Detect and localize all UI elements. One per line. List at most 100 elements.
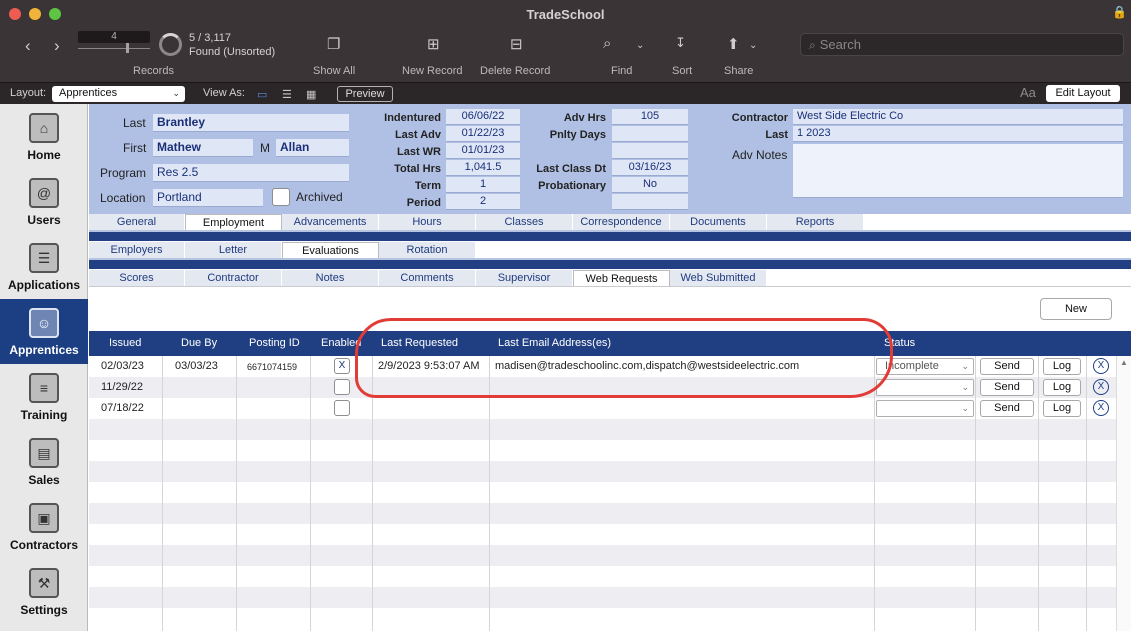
sidebar-item-home[interactable]: ⌂ Home <box>0 104 88 169</box>
sidebar-item-settings[interactable]: ⚒ Settings <box>0 559 88 624</box>
program-field[interactable]: Res 2.5 <box>153 164 349 182</box>
sidebar-item-applications[interactable]: ☰ Applications <box>0 234 88 299</box>
tab-scores[interactable]: Scores <box>89 270 185 286</box>
last-name-field[interactable]: Brantley <box>153 114 349 132</box>
sidebar-item-label: Settings <box>20 603 68 617</box>
edit-layout-button[interactable]: Edit Layout <box>1046 85 1120 102</box>
delete-row-icon[interactable]: X <box>1093 358 1109 374</box>
location-field[interactable]: Portland <box>153 189 263 207</box>
adv-hrs-field[interactable]: 105 <box>612 109 688 125</box>
location-label: Location <box>100 191 146 205</box>
status-select[interactable]: ⌄ <box>876 379 974 396</box>
tab-reports[interactable]: Reports <box>767 214 864 230</box>
search-field[interactable]: ⌕ Search <box>800 33 1124 56</box>
find-chevron-icon[interactable]: ⌄ <box>636 40 644 51</box>
new-record-button[interactable]: New Record <box>402 65 463 77</box>
new-request-button[interactable]: New <box>1040 298 1112 320</box>
enabled-checkbox[interactable]: X <box>334 358 350 374</box>
column-due-by: Due By <box>181 337 218 349</box>
find-button[interactable]: Find <box>611 65 632 77</box>
blank-field-2[interactable] <box>612 194 688 210</box>
next-record-icon[interactable]: › <box>54 36 60 56</box>
probationary-field[interactable]: No <box>612 177 688 193</box>
delete-record-button[interactable]: Delete Record <box>480 65 550 77</box>
delete-row-icon[interactable]: X <box>1093 379 1109 395</box>
column-divider <box>372 356 373 631</box>
pnlty-days-field[interactable] <box>612 126 688 142</box>
previous-record-icon[interactable]: ‹ <box>25 36 31 56</box>
slider-knob[interactable] <box>126 43 129 53</box>
sidebar-item-training[interactable]: ≡ Training <box>0 364 88 429</box>
sort-icon[interactable]: ↧ <box>675 35 686 51</box>
status-select[interactable]: ⌄ <box>876 400 974 417</box>
log-button[interactable]: Log <box>1043 379 1081 396</box>
send-button[interactable]: Send <box>980 400 1034 417</box>
adv-notes-field[interactable] <box>793 144 1123 198</box>
font-size-icon[interactable]: Aa <box>1020 85 1036 100</box>
tab-employment[interactable]: Employment <box>185 214 282 230</box>
sidebar-item-users[interactable]: @ Users <box>0 169 88 234</box>
new-record-icon[interactable]: ⊞ <box>427 35 440 53</box>
send-button[interactable]: Send <box>980 379 1034 396</box>
tab-notes[interactable]: Notes <box>282 270 379 286</box>
tab-classes[interactable]: Classes <box>476 214 573 230</box>
last-wr-field[interactable]: 01/01/23 <box>446 143 520 159</box>
sidebar-item-sales[interactable]: ▤ Sales <box>0 429 88 494</box>
tab-contractor[interactable]: Contractor <box>185 270 282 286</box>
last-class-field[interactable]: 03/16/23 <box>612 160 688 176</box>
share-button[interactable]: Share <box>724 65 753 77</box>
log-button[interactable]: Log <box>1043 400 1081 417</box>
tab-rotation[interactable]: Rotation <box>379 242 476 258</box>
tab-correspondence[interactable]: Correspondence <box>573 214 670 230</box>
list-view-icon[interactable]: ☰ <box>282 88 292 101</box>
tab-hours[interactable]: Hours <box>379 214 476 230</box>
delete-record-icon[interactable]: ⊟ <box>510 35 523 53</box>
tab-general[interactable]: General <box>89 214 185 230</box>
tab-supervisor[interactable]: Supervisor <box>476 270 573 286</box>
preview-button[interactable]: Preview <box>337 86 393 102</box>
middle-name-field[interactable]: Allan <box>276 139 349 157</box>
last-wr-label: Last WR <box>397 146 441 158</box>
contractor-last-label: Last <box>765 129 788 141</box>
sidebar-item-contractors[interactable]: ▣ Contractors <box>0 494 88 559</box>
log-button[interactable]: Log <box>1043 358 1081 375</box>
share-icon[interactable]: ⬆ <box>727 35 740 53</box>
chevron-down-icon: ⌄ <box>961 382 969 392</box>
archived-checkbox[interactable] <box>272 188 290 206</box>
tab-employers[interactable]: Employers <box>89 242 185 258</box>
tab-letter[interactable]: Letter <box>185 242 282 258</box>
sidebar-item-label: Applications <box>7 278 80 292</box>
column-divider <box>975 356 976 631</box>
first-name-field[interactable]: Mathew <box>153 139 253 157</box>
show-all-button[interactable]: Show All <box>313 65 355 77</box>
table-view-icon[interactable]: ▦ <box>306 88 316 101</box>
table-row <box>89 482 1116 503</box>
tab-evaluations[interactable]: Evaluations <box>282 242 379 258</box>
show-all-icon[interactable]: ❐ <box>327 35 340 53</box>
portal-scrollbar[interactable]: ▲ <box>1116 356 1131 631</box>
sidebar-item-apprentices[interactable]: ☺ Apprentices <box>0 299 88 364</box>
tab-web-requests[interactable]: Web Requests <box>573 270 670 286</box>
delete-row-icon[interactable]: X <box>1093 400 1109 416</box>
contractor-last-field[interactable]: 1 2023 <box>793 126 1123 142</box>
contractor-field[interactable]: West Side Electric Co <box>793 109 1123 125</box>
tab-comments[interactable]: Comments <box>379 270 476 286</box>
record-number-field[interactable]: 4 <box>78 31 150 43</box>
tab-web-submitted[interactable]: Web Submitted <box>670 270 767 286</box>
status-select[interactable]: Incomplete ⌄ <box>876 358 974 375</box>
enabled-checkbox[interactable] <box>334 400 350 416</box>
tab-documents[interactable]: Documents <box>670 214 767 230</box>
record-slider[interactable]: 4 <box>78 31 150 53</box>
layout-select[interactable]: Apprentices ⌄ <box>52 86 185 102</box>
period-field[interactable]: 2 <box>446 194 520 210</box>
sort-button[interactable]: Sort <box>672 65 692 77</box>
find-icon[interactable]: ⌕ <box>603 35 611 52</box>
tab-advancements[interactable]: Advancements <box>282 214 379 230</box>
blank-field[interactable] <box>612 143 688 159</box>
scroll-up-icon[interactable]: ▲ <box>1120 358 1128 367</box>
enabled-checkbox[interactable] <box>334 379 350 395</box>
form-view-icon[interactable]: ▭ <box>257 88 267 101</box>
column-enabled: Enabled <box>321 337 362 349</box>
share-chevron-icon[interactable]: ⌄ <box>749 40 757 51</box>
send-button[interactable]: Send <box>980 358 1034 375</box>
